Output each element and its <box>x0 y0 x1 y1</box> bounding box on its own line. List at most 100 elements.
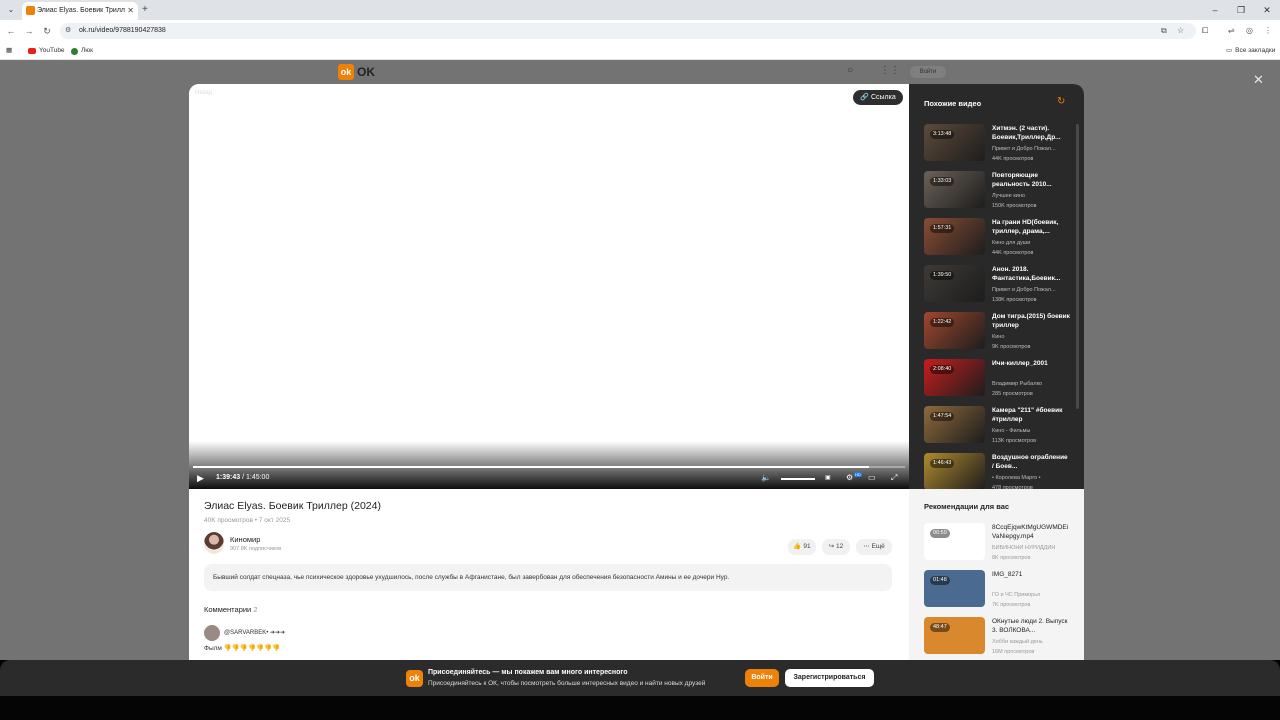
ok-logo[interactable]: ok OK <box>338 64 375 80</box>
translate-icon[interactable]: ⧉ <box>1161 25 1167 37</box>
related-video-item[interactable]: 3:13:48 Хитмэн. (2 части). Боевик,Триллер… <box>924 124 1074 164</box>
scrollbar[interactable] <box>1076 124 1079 409</box>
join-login-button[interactable]: Войти <box>745 669 779 687</box>
video-duration: 00:59 <box>930 529 950 538</box>
close-window-icon[interactable]: ✕ <box>1254 0 1280 20</box>
minimize-icon[interactable]: – <box>1202 0 1228 20</box>
video-title[interactable]: На грани HD(боевик, триллер, драма,... <box>992 218 1070 236</box>
fullscreen-icon[interactable]: ⤢ <box>891 471 897 485</box>
search-icon[interactable]: ○ <box>847 65 853 76</box>
play-icon[interactable]: ▶ <box>197 471 204 485</box>
like-button[interactable]: 👍 91 <box>788 539 816 555</box>
related-video-item[interactable]: 2:08:40 Ичи-киллер_2001 Владимир Рыбалко 28… <box>924 359 1074 399</box>
back-icon[interactable]: ← <box>4 24 18 38</box>
reload-icon[interactable]: ↻ <box>40 24 54 38</box>
new-tab-icon[interactable]: + <box>142 3 148 17</box>
menu-icon[interactable]: ⋮ <box>1264 24 1272 38</box>
video-thumbnail[interactable]: 01:48 <box>924 570 985 607</box>
volume-icon[interactable]: 🔈 <box>761 471 771 485</box>
recommended-video-item[interactable]: 01:48 IMG_8271 ГО и ЧС Приморья 7K просмотр… <box>924 570 1074 610</box>
video-thumbnail[interactable]: 1:39:50 <box>924 265 985 302</box>
video-channel[interactable]: Кино <box>992 333 1070 341</box>
video-title[interactable]: Камера "211" #боевик #триллер <box>992 406 1070 424</box>
related-video-item[interactable]: 1:47:54 Камера "211" #боевик #триллер Кино… <box>924 406 1074 446</box>
video-title[interactable]: Анон. 2018. Фантастика,Боевик... <box>992 265 1070 283</box>
browser-tab[interactable]: Элиас Elyas. Боевик Триллер (2024) ✕ <box>22 2 138 20</box>
copy-link-button[interactable]: 🔗 Ссылка <box>853 90 903 105</box>
video-thumbnail[interactable]: 1:46:43 <box>924 453 985 490</box>
volume-slider[interactable] <box>781 478 815 480</box>
video-back-button[interactable]: Назад <box>195 90 212 96</box>
autoplay-icon[interactable]: ↻ <box>1057 96 1065 108</box>
video-channel[interactable]: БИБИНОНИ НУРИДДИН <box>992 544 1072 552</box>
channel-subscribers: 907.8K подписчиков <box>230 546 282 552</box>
tab-search-icon[interactable]: ⌄ <box>4 3 18 17</box>
video-channel[interactable]: Привет и Добро Пожал... <box>992 286 1070 294</box>
tab-groups-icon[interactable]: ⇌ <box>1228 24 1235 38</box>
video-channel[interactable]: Кино - Фильмы <box>992 427 1070 435</box>
subtitles-icon[interactable]: ▣ <box>825 471 831 485</box>
video-views: 9K просмотров <box>992 344 1031 350</box>
video-title[interactable]: ОКнутые люди 2. Выпуск 3. ВОЛКОВА... <box>992 617 1072 635</box>
forward-icon[interactable]: → <box>22 24 36 38</box>
register-button[interactable]: Зарегистрироваться <box>785 669 874 687</box>
apps-icon[interactable]: ▦ <box>6 45 12 57</box>
video-thumbnail[interactable]: 48:47 <box>924 617 985 654</box>
share-button[interactable]: ↪ 12 <box>822 539 850 555</box>
video-thumbnail[interactable]: 3:13:48 <box>924 124 985 161</box>
copy-link-label: Ссылка <box>870 94 896 101</box>
video-channel[interactable]: Хобби каждый день <box>992 638 1072 646</box>
progress-bar[interactable] <box>193 466 905 468</box>
related-video-item[interactable]: 1:46:43 Воздушное ограбление / Боев... • К… <box>924 453 1074 493</box>
settings-icon[interactable]: ⚙ <box>846 471 853 485</box>
video-thumbnail[interactable]: 00:59 <box>924 523 985 560</box>
channel-avatar[interactable] <box>204 532 224 554</box>
url-field[interactable]: ⚙ ok.ru/video/9788190427838 ⧉ ☆ <box>60 23 1196 39</box>
video-title[interactable]: IMG_8271 <box>992 570 1072 579</box>
more-button[interactable]: ⋯ Ещё <box>856 539 892 555</box>
video-channel[interactable]: Владимир Рыбалко <box>992 380 1070 388</box>
video-title[interactable]: Воздушное ограбление / Боев... <box>992 453 1070 471</box>
recommended-video-item[interactable]: 48:47 ОКнутые люди 2. Выпуск 3. ВОЛКОВА..… <box>924 617 1074 657</box>
video-thumbnail[interactable]: 1:57:31 <box>924 218 985 255</box>
close-tab-icon[interactable]: ✕ <box>127 5 134 17</box>
recommended-video-item[interactable]: 00:59 8CcqEjqwKtMgUGWMDEiVaNiepgy.mp4 БИБИ… <box>924 523 1074 563</box>
site-info-icon[interactable]: ⚙ <box>65 25 71 37</box>
close-icon[interactable]: ✕ <box>1253 72 1264 88</box>
video-title[interactable]: Ичи-киллер_2001 <box>992 359 1070 368</box>
video-channel[interactable]: Привет и Добро Пожал... <box>992 145 1070 153</box>
extensions-icon[interactable]: ⧠ <box>1202 24 1208 38</box>
video-thumbnail[interactable]: 1:22:42 <box>924 312 985 349</box>
bookmark-youtube[interactable]: YouTube <box>28 45 65 57</box>
related-video-item[interactable]: 1:22:42 Дом тигра.(2015) боевик триллер Ки… <box>924 312 1074 352</box>
video-title[interactable]: Хитмэн. (2 части). Боевик,Триллер,Др... <box>992 124 1070 142</box>
video-thumbnail[interactable]: 1:33:03 <box>924 171 985 208</box>
video-thumbnail[interactable]: 1:47:54 <box>924 406 985 443</box>
video-channel[interactable]: • Королева Марго • <box>992 474 1070 482</box>
maximize-icon[interactable]: ❐ <box>1228 0 1254 20</box>
join-subline: Присоединяйтесь к ОК, чтобы посмотреть б… <box>428 680 706 687</box>
video-thumbnail[interactable]: 2:08:40 <box>924 359 985 396</box>
all-bookmarks[interactable]: ▭ Все закладки <box>1226 45 1275 57</box>
share-icon: ↪ <box>828 543 835 550</box>
related-video-item[interactable]: 1:57:31 На грани HD(боевик, триллер, драм… <box>924 218 1074 258</box>
video-channel[interactable]: Лучшее кино <box>992 192 1070 200</box>
related-video-item[interactable]: 1:33:03 Повторяющие реальность 2010... Луч… <box>924 171 1074 211</box>
video-title[interactable]: 8CcqEjqwKtMgUGWMDEiVaNiepgy.mp4 <box>992 523 1072 541</box>
video-title[interactable]: Повторяющие реальность 2010... <box>992 171 1070 189</box>
bookmark-luk[interactable]: Люк <box>71 45 93 57</box>
header-login-button[interactable]: Войти <box>910 66 946 78</box>
bookmark-star-icon[interactable]: ☆ <box>1177 25 1184 37</box>
apps-grid-icon[interactable]: ⋮⋮ <box>880 65 900 76</box>
miniplayer-icon[interactable]: ▭ <box>868 471 876 485</box>
related-video-item[interactable]: 1:39:50 Анон. 2018. Фантастика,Боевик... П… <box>924 265 1074 305</box>
video-title[interactable]: Дом тигра.(2015) боевик триллер <box>992 312 1070 330</box>
channel-name[interactable]: Киномир <box>230 535 260 545</box>
video-channel[interactable]: ГО и ЧС Приморья <box>992 591 1072 599</box>
video-channel[interactable]: Кино для души <box>992 239 1070 247</box>
profile-icon[interactable]: ◎ <box>1246 24 1253 38</box>
comment-author[interactable]: @SARVARBEK• ➔➔➔ <box>224 629 285 637</box>
ok-favicon-icon <box>26 6 35 15</box>
video-player[interactable]: Назад 🔗 Ссылка ▶ 1:39:43 / 1:45:00 🔈 ▣ ⚙… <box>189 84 909 489</box>
comment-avatar[interactable] <box>204 625 220 641</box>
